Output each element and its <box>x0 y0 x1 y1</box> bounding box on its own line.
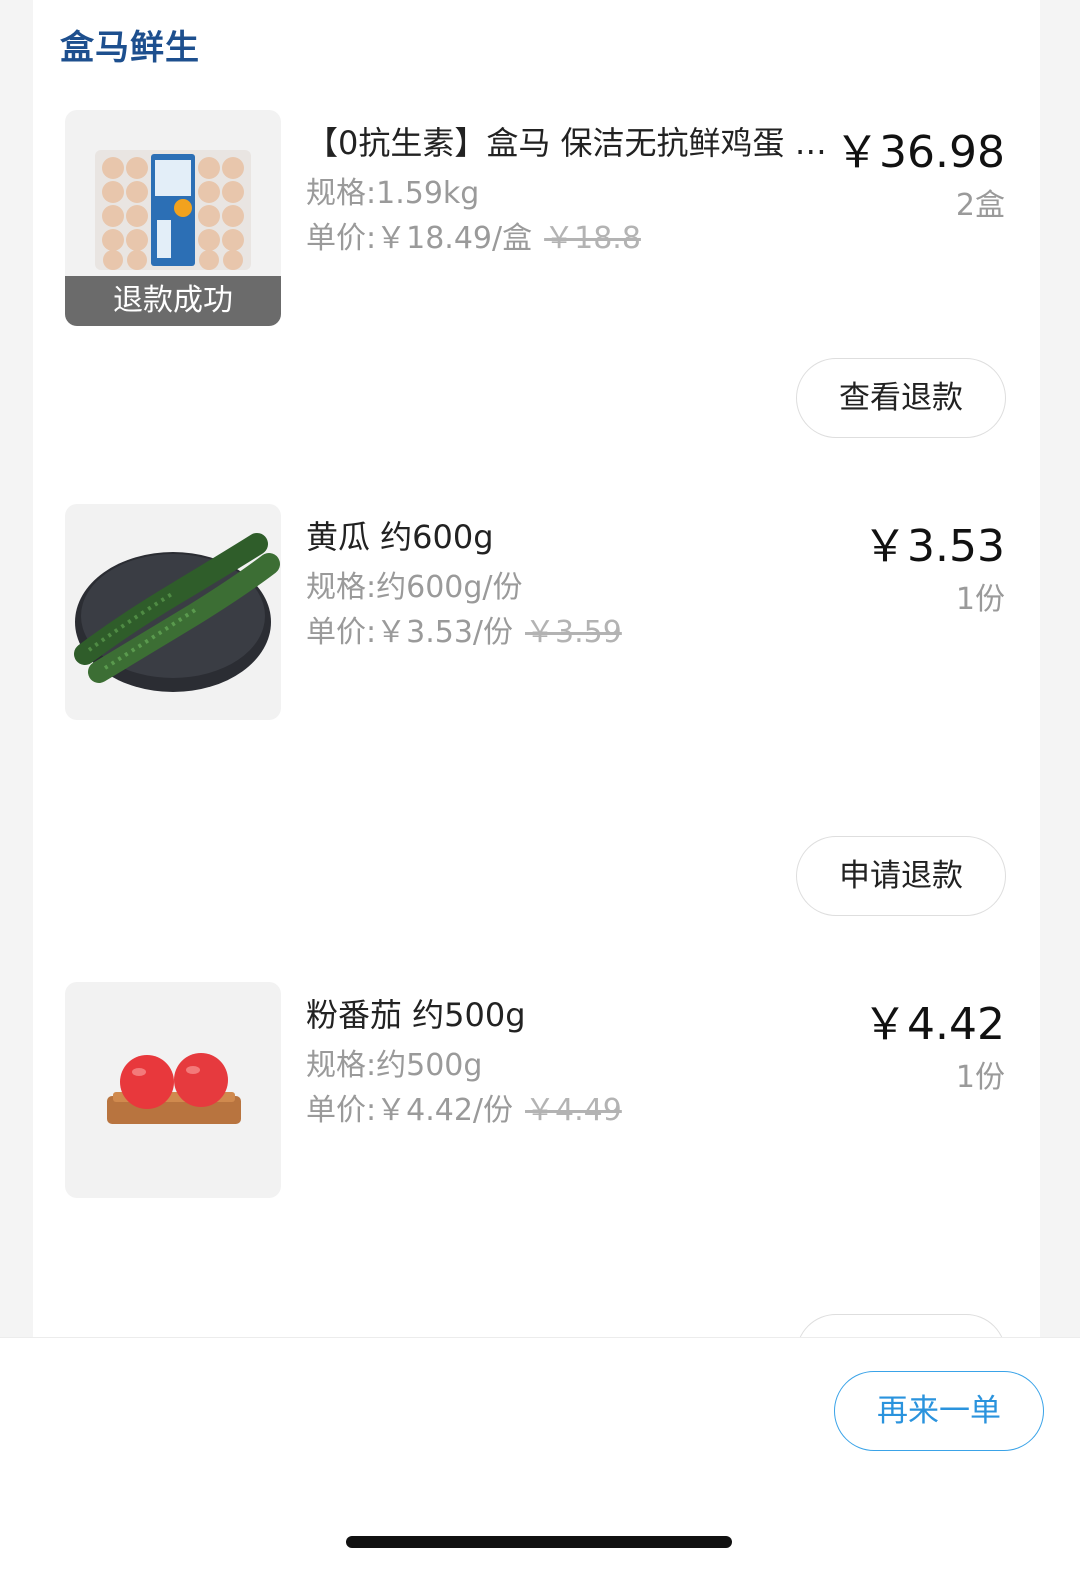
original-price: ￥3.59 <box>525 615 622 650</box>
quantity: 1份 <box>955 582 1005 617</box>
bottom-action-bar: 再来一单 <box>0 1337 1080 1573</box>
unit-price-line: 单价:￥18.49/盒 ￥18.8 <box>306 213 641 257</box>
product-spec: 规格:1.59kg <box>306 176 480 211</box>
quantity: 1份 <box>955 1060 1005 1095</box>
product-spec: 规格:约600g/份 <box>306 570 523 605</box>
view-refund-button[interactable]: 查看退款 <box>796 358 1006 438</box>
unit-price-label: 单价: <box>306 615 377 650</box>
unit-price: ￥3.53/份 <box>376 615 514 650</box>
request-refund-button[interactable]: 申请退款 <box>796 836 1006 916</box>
line-total-price: ￥36.98 <box>835 127 1005 178</box>
product-name[interactable]: 黄瓜 约600g <box>306 512 846 558</box>
line-total-price: ￥4.42 <box>863 999 1005 1050</box>
refund-status-badge: 退款成功 <box>65 276 281 326</box>
original-price: ￥4.49 <box>525 1093 622 1128</box>
unit-price-label: 单价: <box>306 1093 377 1128</box>
cucumber-icon <box>74 533 280 692</box>
quantity: 2盒 <box>955 188 1005 223</box>
product-name[interactable]: 粉番茄 约500g <box>306 990 846 1036</box>
brand-logo: 盒马鲜生 <box>60 28 200 68</box>
reorder-button[interactable]: 再来一单 <box>834 1371 1044 1451</box>
unit-price-label: 单价: <box>306 221 377 256</box>
unit-price: ￥4.42/份 <box>376 1093 514 1128</box>
unit-price-line: 单价:￥4.42/份 ￥4.49 <box>306 1085 622 1129</box>
original-price: ￥18.8 <box>544 221 641 256</box>
product-image[interactable] <box>65 504 281 720</box>
home-indicator[interactable] <box>346 1536 732 1548</box>
tomato-icon <box>107 1053 241 1124</box>
unit-price: ￥18.49/盒 <box>376 221 533 256</box>
product-spec: 规格:约500g <box>306 1048 483 1083</box>
unit-price-line: 单价:￥3.53/份 ￥3.59 <box>306 607 622 651</box>
product-image[interactable] <box>65 982 281 1198</box>
line-total-price: ￥3.53 <box>863 521 1005 572</box>
product-image[interactable]: 退款成功 <box>65 110 281 326</box>
order-items-card: 盒马鲜生 退款成功 【0抗生素】盒马 保洁无抗鲜鸡蛋 30枚 规格:1.59kg… <box>33 0 1040 1340</box>
product-name[interactable]: 【0抗生素】盒马 保洁无抗鲜鸡蛋 30枚 <box>306 118 846 164</box>
